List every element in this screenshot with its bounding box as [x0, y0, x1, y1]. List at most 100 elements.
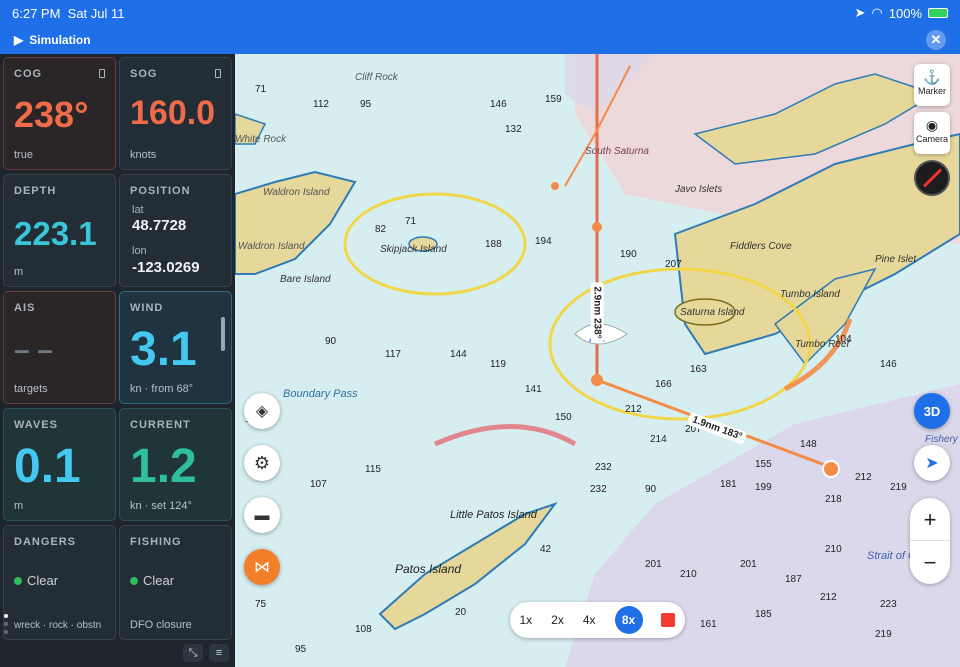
recenter-button[interactable]: ➤: [914, 445, 950, 481]
depth-value: 223.1: [14, 215, 97, 252]
route-icon: ⋈: [254, 559, 270, 576]
danger-arc: [433, 424, 577, 447]
dangers-tile[interactable]: DANGERS Clear wreck · rock · obstn: [3, 525, 116, 640]
zoom-control: + −: [910, 498, 950, 584]
files-button[interactable]: ▬: [244, 497, 280, 533]
collapse-icon[interactable]: ⤡: [183, 644, 203, 662]
sog-unit: knots: [130, 149, 157, 161]
cog-tile[interactable]: COG 238° true: [3, 57, 116, 170]
status-dot: [14, 577, 22, 585]
ais-unit: targets: [14, 383, 48, 395]
camera-button[interactable]: ◉ Camera: [914, 112, 950, 154]
speed-1x[interactable]: 1x: [519, 613, 532, 627]
zoom-in-button[interactable]: +: [910, 498, 950, 541]
time-scale-bar: 1x 2x 4x 8x: [510, 602, 685, 638]
wind-unit: kn · from 68°: [130, 383, 194, 395]
dangers-title: DANGERS: [14, 536, 77, 548]
dangers-unit: wreck · rock · obstn: [14, 620, 102, 631]
camera-icon: ◉: [925, 117, 939, 133]
sog-tile[interactable]: SOG 160.0 knots: [119, 57, 232, 170]
compass[interactable]: [914, 160, 950, 196]
place-label: Little Patos Island: [450, 509, 537, 521]
waves-title: WAVES: [14, 419, 58, 431]
settings-button[interactable]: ⚙: [244, 445, 280, 481]
battery-percent: 100%: [888, 5, 922, 21]
simulation-play-button[interactable]: ▶ Simulation: [14, 33, 91, 47]
speed-2x[interactable]: 2x: [551, 613, 564, 627]
speed-8x[interactable]: 8x: [614, 606, 643, 634]
fishing-status: Clear: [143, 573, 175, 588]
waves-value: 0.1: [14, 440, 81, 493]
waypoint: [591, 374, 603, 386]
settings-sliders-icon[interactable]: ≡: [209, 644, 229, 662]
place-label: Javo Islets: [675, 184, 723, 195]
place-label: Bare Island: [280, 274, 331, 285]
range-ring: [548, 267, 812, 421]
place-label: Fishery: [925, 434, 958, 445]
position-tile[interactable]: POSITION lat 48.7728 lon -123.0269: [119, 174, 232, 287]
waves-tile[interactable]: WAVES 0.1 m: [3, 408, 116, 521]
place-label: Pine Islet: [875, 254, 917, 265]
folder-icon: ▬: [254, 506, 270, 524]
wind-title: WIND: [130, 302, 164, 314]
fishing-title: FISHING: [130, 536, 182, 548]
ais-tile[interactable]: AIS – – targets: [3, 291, 116, 404]
place-label: Skipjack Island: [380, 244, 447, 255]
wifi-icon: ◠: [871, 5, 883, 20]
marker-button[interactable]: ⚓ Marker: [914, 64, 950, 106]
place-label: South Saturna: [585, 146, 649, 157]
route-button[interactable]: ⋈: [244, 549, 280, 585]
cog-unit: true: [14, 149, 33, 161]
current-unit: kn · set 124°: [130, 500, 192, 512]
speed-4x[interactable]: 4x: [583, 613, 596, 627]
camera-label: Camera: [915, 134, 948, 144]
3d-button[interactable]: 3D: [914, 393, 950, 429]
zoom-out-button[interactable]: −: [910, 541, 950, 584]
fishing-unit: DFO closure: [130, 619, 192, 631]
position-title: POSITION: [130, 185, 191, 197]
current-tile[interactable]: CURRENT 1.2 kn · set 124°: [119, 408, 232, 521]
depth-unit: m: [14, 266, 24, 278]
location-arrow-icon: ➤: [854, 5, 866, 20]
depth-tile[interactable]: DEPTH 223.1 m: [3, 174, 116, 287]
layers-button[interactable]: ◈: [244, 393, 280, 429]
destination-marker: [822, 460, 840, 478]
close-simulation-button[interactable]: ✕: [926, 30, 946, 50]
place-label: Waldron Island: [238, 241, 305, 252]
panel-scrollbar[interactable]: [221, 317, 225, 351]
place-label: Boundary Pass: [283, 388, 358, 400]
place-label: Waldron Island: [263, 187, 330, 198]
lat-value: 48.7728: [132, 217, 187, 234]
current-value: 1.2: [130, 440, 197, 493]
lat-label: lat: [132, 204, 144, 216]
anchor-icon: ⚓: [923, 69, 941, 85]
ais-title: AIS: [14, 302, 36, 314]
page-indicator[interactable]: [4, 614, 8, 638]
status-bar: 6:27 PM Sat Jul 11 ➤ ◠ 100%: [0, 0, 960, 26]
lock-icon: [215, 69, 221, 78]
lon-label: lon: [132, 245, 147, 257]
fishing-tile[interactable]: FISHING Clear DFO closure: [119, 525, 232, 640]
current-title: CURRENT: [130, 419, 191, 431]
nautical-chart[interactable]: 71 112 95 146 132 159 82 71 188 194 190 207 90 11…: [235, 54, 960, 667]
gear-icon: ⚙: [253, 452, 271, 473]
lon-value: -123.0269: [132, 259, 200, 276]
status-indicators: ➤ ◠ 100%: [854, 5, 948, 21]
lock-icon: [99, 69, 105, 78]
place-label: Saturna Island: [680, 307, 745, 318]
wind-tile[interactable]: WIND 3.1 kn · from 68°: [119, 291, 232, 404]
status-time: 6:27 PM Sat Jul 11: [12, 6, 125, 21]
waypoint: [592, 222, 602, 232]
cog-title: COG: [14, 68, 43, 80]
wind-value: 3.1: [130, 323, 197, 376]
battery-icon: [928, 8, 948, 18]
status-dot: [130, 577, 138, 585]
place-label: Tumbo Island: [780, 289, 840, 300]
waypoint: [551, 182, 559, 190]
stop-button[interactable]: [661, 613, 676, 627]
place-label: Fiddlers Cove: [730, 241, 792, 252]
play-icon: ▶: [14, 33, 24, 47]
sog-title: SOG: [130, 68, 158, 80]
instruments-panel: COG 238° true SOG 160.0 knots DEPTH 223.…: [0, 54, 235, 667]
depth-title: DEPTH: [14, 185, 57, 197]
